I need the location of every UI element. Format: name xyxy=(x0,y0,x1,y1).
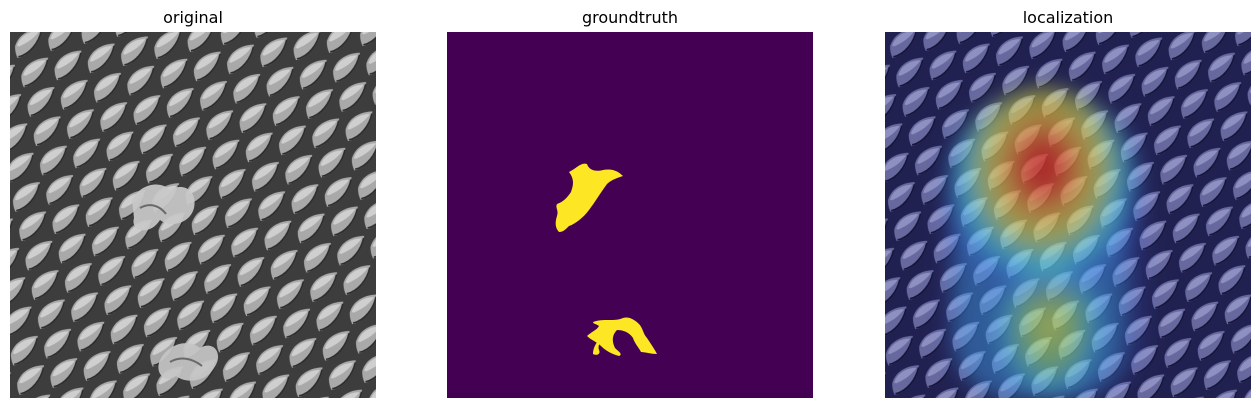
original-image xyxy=(10,32,376,398)
panel-groundtruth: groundtruth xyxy=(447,0,813,407)
localization-heatmap xyxy=(885,32,1251,398)
panel-original: original xyxy=(10,0,376,407)
groundtruth-mask xyxy=(447,32,813,398)
panel-title-original: original xyxy=(163,8,223,27)
panel-title-localization: localization xyxy=(1022,8,1114,27)
panel-localization: localization xyxy=(885,0,1251,407)
panel-title-groundtruth: groundtruth xyxy=(581,8,678,27)
